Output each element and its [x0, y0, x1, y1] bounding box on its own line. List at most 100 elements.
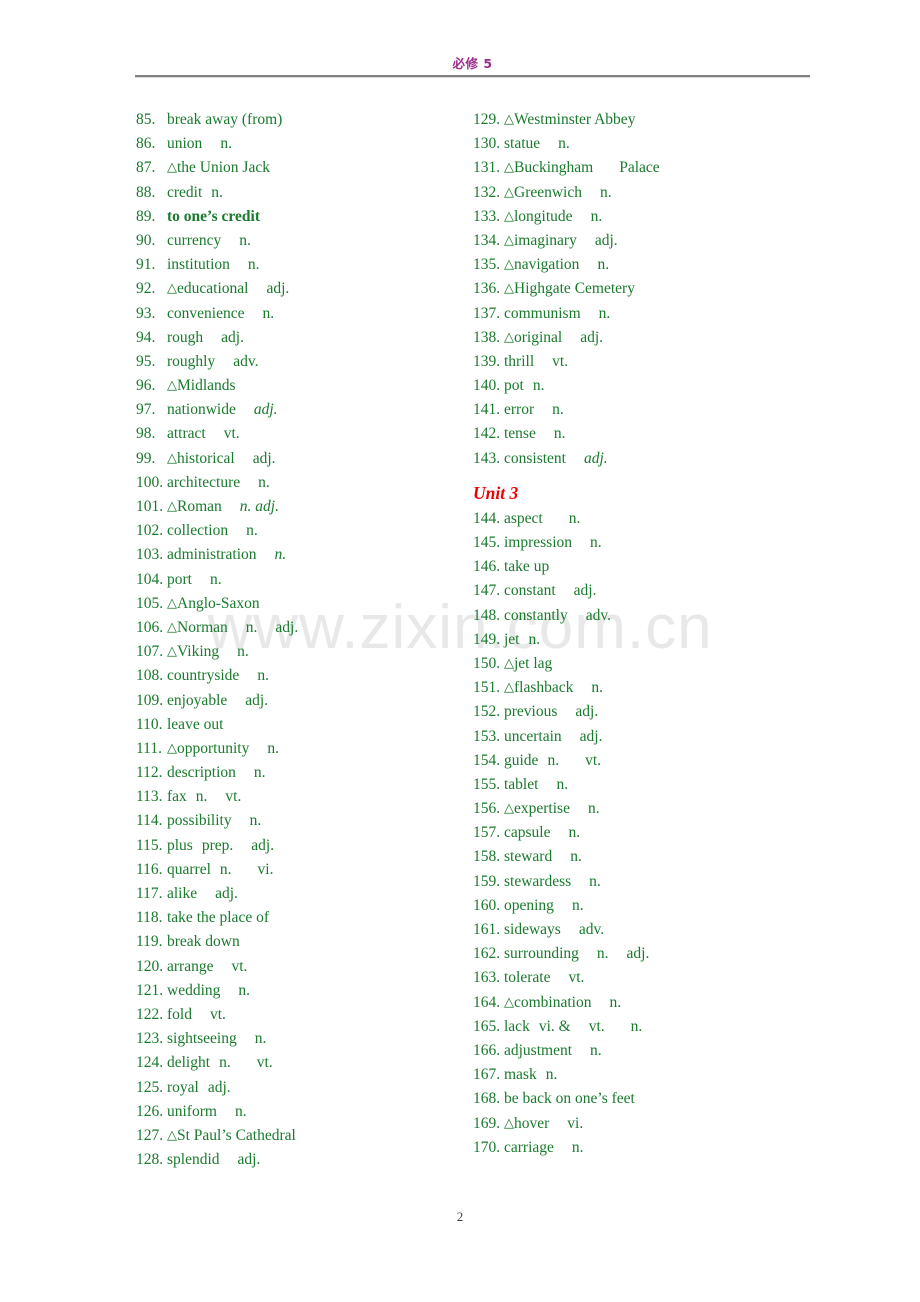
part-of-speech: vt. [552, 352, 569, 370]
triangle-icon: △ [167, 159, 177, 175]
entry-body: △expertise n. [504, 797, 600, 821]
part-of-speech: adj. [580, 328, 604, 346]
entry-body: △Roman n. adj. [167, 495, 279, 519]
entry-number: 164. [473, 993, 501, 1011]
word-entry: 141. error n. [473, 398, 813, 422]
entry-body: wedding n. [167, 979, 250, 1003]
word-entry: 89. to one’s credit [136, 205, 466, 229]
entry-body: alike adj. [167, 882, 238, 906]
entry-number: 148. [473, 606, 501, 624]
header-title: 必修 5 [452, 56, 493, 71]
entry-word: roughly [167, 352, 216, 370]
part-of-speech: n. [234, 1102, 247, 1120]
part-of-speech: n. [267, 739, 279, 757]
entry-body: rough adj. [167, 326, 244, 350]
entry-body: △Westminster Abbey [504, 108, 635, 132]
word-entry: 144. aspect n. [473, 507, 813, 531]
word-entry: 92. △educational adj. [136, 277, 466, 301]
entry-word: administration [167, 546, 257, 564]
part-of-speech: n. [245, 618, 258, 636]
entry-body: take the place of [167, 906, 269, 930]
entry-body: stewardess n. [504, 870, 601, 894]
triangle-icon: △ [167, 449, 177, 465]
part-of-speech-secondary: vt. [256, 1054, 273, 1072]
part-of-speech: n. [253, 764, 266, 782]
word-entry: 129. △Westminster Abbey [473, 108, 813, 132]
word-entry: 139. thrill vt. [473, 350, 813, 374]
entry-number: 132. [473, 183, 501, 201]
entry-word: wedding [167, 981, 221, 999]
entry-body: possibility n. [167, 809, 261, 833]
entry-number: 107. [136, 643, 164, 661]
word-entry: 95. roughly adv. [136, 350, 466, 374]
part-of-speech-secondary: vt. [588, 1017, 605, 1035]
word-entry: 107. △Viking n. [136, 640, 466, 664]
entry-word: uncertain [504, 727, 562, 745]
entry-word: take up [504, 558, 550, 576]
entry-number: 149. [473, 630, 501, 648]
part-of-speech-secondary: adj. [251, 836, 275, 854]
part-of-speech: n. [591, 679, 604, 697]
entry-word: sideways [504, 921, 561, 938]
entry-number: 159. [473, 872, 501, 890]
entry-number: 113. [136, 788, 163, 806]
entry-number: 108. [136, 667, 164, 685]
entry-word: royal [167, 1078, 199, 1096]
entry-word: Greenwich [514, 183, 582, 201]
part-of-speech: n. [262, 304, 275, 322]
entry-word: Anglo-Saxon [177, 594, 260, 612]
word-entry: 142. tense n. [473, 422, 813, 446]
word-entry: 113. fax n. vt. [136, 785, 466, 809]
triangle-icon: △ [167, 377, 177, 393]
entry-body: △the Union Jack [167, 156, 270, 180]
entry-body: △historical adj. [167, 447, 276, 471]
entry-word: the Union Jack [177, 159, 270, 177]
triangle-icon: △ [504, 654, 514, 670]
entry-body: to one’s credit [167, 205, 260, 229]
part-of-speech: n. [598, 304, 611, 322]
entry-word: surrounding [504, 945, 579, 963]
entry-word: collection [167, 522, 229, 540]
entry-body: △St Paul’s Cathedral [167, 1124, 296, 1148]
entry-word: enjoyable [167, 691, 228, 709]
entry-number: 160. [473, 896, 501, 914]
word-entry: 101. △Roman n. adj. [136, 495, 466, 519]
entry-body: △Norman n. adj. [167, 616, 298, 640]
entry-number: 169. [473, 1114, 501, 1132]
entry-word: currency [167, 231, 222, 249]
entry-body: △navigation n. [504, 253, 609, 277]
part-of-speech: adj. [579, 727, 603, 745]
entry-body: consistent adj. [504, 447, 608, 471]
word-entry: 120. arrange vt. [136, 955, 466, 979]
word-entry: 117. alike adj. [136, 882, 466, 906]
entry-number: 116. [136, 860, 163, 878]
part-of-speech: n. [254, 1030, 267, 1048]
part-of-speech: n. [220, 135, 232, 153]
entry-word: credit [167, 183, 203, 201]
entry-word: carriage [504, 1138, 554, 1156]
part-of-speech: vi. & [538, 1017, 571, 1035]
entry-word: Norman [177, 618, 228, 636]
entry-word: navigation [514, 256, 580, 274]
entry-word: expertise [514, 800, 570, 818]
entry-word: take the place of [167, 909, 269, 927]
entry-number: 88. [136, 183, 156, 201]
entry-word: leave out [167, 715, 224, 733]
entry-number: 102. [136, 522, 164, 540]
entry-body: fax n. vt. [167, 785, 241, 809]
triangle-icon: △ [167, 594, 177, 610]
part-of-speech: n. [209, 570, 222, 588]
entry-word: description [167, 764, 236, 782]
entry-word: original [514, 328, 563, 346]
word-entry: 122. fold vt. [136, 1003, 466, 1027]
part-of-speech: adj. [575, 703, 599, 721]
entry-number: 86. [136, 135, 156, 153]
entry-number: 158. [473, 848, 501, 866]
entry-number: 87. [136, 159, 156, 177]
entry-number: 147. [473, 582, 501, 600]
word-entry: 125. royal adj. [136, 1076, 466, 1100]
entry-number: 126. [136, 1102, 164, 1120]
entry-number: 115. [136, 836, 163, 854]
entry-number: 150. [473, 654, 501, 672]
entry-number: 166. [473, 1041, 501, 1059]
